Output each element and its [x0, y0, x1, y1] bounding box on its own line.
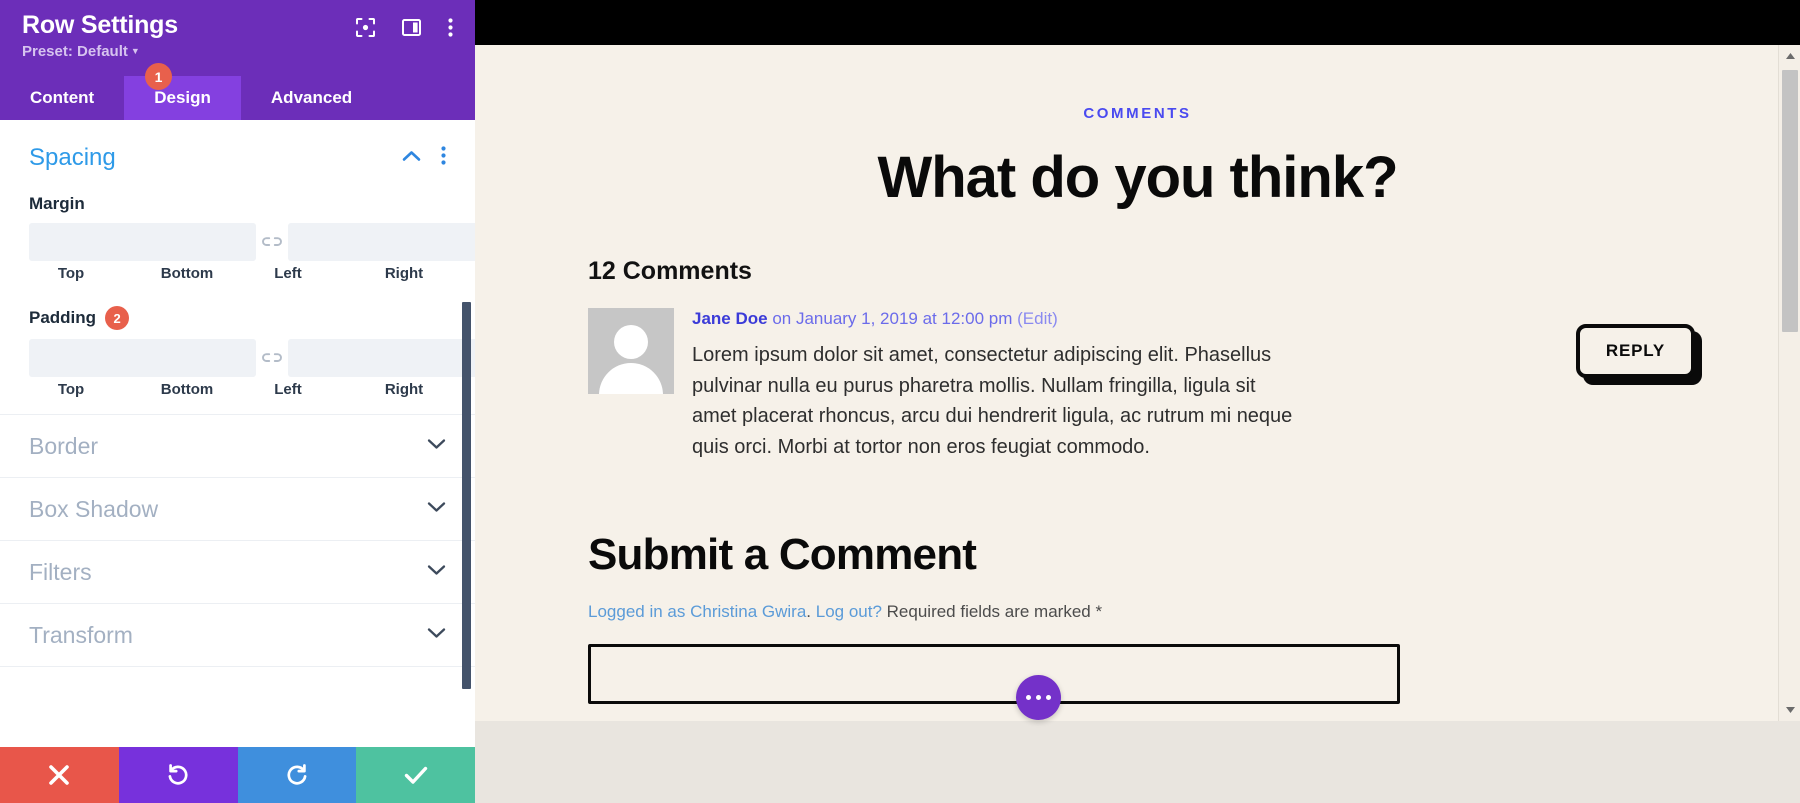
padding-label-text: Padding — [29, 308, 97, 327]
chevron-down-icon — [427, 563, 446, 581]
logged-in-user-link[interactable]: Logged in as Christina Gwira — [588, 602, 806, 621]
page-options-fab[interactable] — [1016, 675, 1061, 720]
padding-labels-row: Top Bottom Left Right — [29, 381, 446, 398]
step-badge-1: 1 — [145, 63, 172, 90]
preview-bottom-bar — [475, 721, 1800, 803]
margin-bottom-label: Bottom — [160, 265, 214, 282]
margin-right-label: Right — [384, 265, 424, 282]
scroll-up-arrow-icon[interactable] — [1779, 45, 1800, 67]
fab-dot-icon — [1026, 695, 1031, 700]
preview-scrollbar-track[interactable] — [1778, 45, 1800, 721]
tab-design[interactable]: Design — [124, 76, 241, 120]
comment-body: Lorem ipsum dolor sit amet, consectetur … — [692, 344, 1293, 458]
preview-canvas: COMMENTS What do you think? 12 Comments … — [475, 45, 1800, 721]
margin-top-input[interactable] — [29, 223, 256, 261]
undo-button[interactable] — [118, 747, 238, 803]
margin-top-bottom-link-icon[interactable] — [256, 229, 288, 255]
save-button[interactable] — [356, 747, 475, 803]
margin-bottom-input[interactable] — [288, 223, 475, 261]
logged-in-separator: . — [806, 602, 816, 621]
accordion-border[interactable]: Border — [0, 415, 475, 478]
chevron-down-icon — [427, 500, 446, 518]
padding-left-label: Left — [274, 381, 302, 398]
panel-body: Spacing Margin Top Bottom Left Right Pad… — [0, 120, 475, 747]
tab-content[interactable]: Content — [0, 76, 124, 120]
comment-text-input[interactable] — [588, 644, 1400, 704]
comment-meta: Jane Doe on January 1, 2019 at 12:00 pm … — [692, 308, 1507, 330]
logged-in-notice: Logged in as Christina Gwira. Log out? R… — [588, 602, 1687, 622]
submit-comment-heading: Submit a Comment — [588, 530, 977, 579]
comment-author-link[interactable]: Jane Doe — [692, 309, 768, 328]
panel-scrollbar-track[interactable] — [462, 120, 473, 747]
accordion-transform[interactable]: Transform — [0, 604, 475, 667]
chevron-down-icon — [427, 626, 446, 644]
margin-label-text: Margin — [29, 194, 85, 213]
focus-icon[interactable] — [356, 18, 375, 42]
padding-label: Padding 2 — [29, 306, 446, 330]
preview-top-bar — [475, 0, 1800, 45]
margin-top-label: Top — [57, 265, 85, 282]
chevron-down-icon: ▼ — [130, 46, 140, 56]
step-badge-2: 2 — [105, 306, 130, 330]
comment-timestamp: on January 1, 2019 at 12:00 pm — [767, 309, 1018, 328]
padding-inputs-row — [29, 339, 475, 377]
spacing-options-icon[interactable] — [441, 146, 446, 170]
chevron-down-icon — [427, 437, 446, 455]
panel-layout-icon[interactable] — [402, 18, 421, 42]
padding-bottom-input[interactable] — [288, 339, 475, 377]
preset-selector[interactable]: Preset: Default ▼ — [22, 43, 178, 60]
page-preview: COMMENTS What do you think? 12 Comments … — [475, 0, 1800, 803]
settings-tabs: 1 Content Design Advanced — [0, 63, 475, 120]
padding-top-bottom-link-icon[interactable] — [256, 345, 288, 371]
padding-top-label: Top — [57, 381, 85, 398]
margin-left-label: Left — [274, 265, 302, 282]
page-title: Row Settings — [22, 11, 178, 39]
spacing-section-title: Spacing — [29, 144, 116, 171]
panel-footer-actions — [0, 747, 475, 803]
padding-right-label: Right — [384, 381, 424, 398]
design-accordion-list: Border Box Shadow Filters Transform — [0, 414, 475, 667]
row-settings-panel: Row Settings Preset: Default ▼ 1 Content… — [0, 0, 475, 803]
accordion-border-label: Border — [29, 432, 99, 459]
spacing-section: Spacing Margin Top Bottom Left Right Pad… — [0, 120, 475, 398]
preview-scrollbar-thumb[interactable] — [1782, 70, 1798, 332]
reply-button[interactable]: REPLY — [1575, 324, 1695, 378]
avatar — [588, 308, 674, 394]
padding-top-input[interactable] — [29, 339, 256, 377]
accordion-box-shadow[interactable]: Box Shadow — [0, 478, 475, 541]
accordion-filters[interactable]: Filters — [0, 541, 475, 604]
accordion-transform-label: Transform — [29, 621, 133, 648]
margin-label: Margin — [29, 194, 446, 214]
logout-link[interactable]: Log out? — [816, 602, 882, 621]
comment-item: Jane Doe on January 1, 2019 at 12:00 pm … — [588, 308, 1695, 462]
comments-eyebrow: COMMENTS — [1083, 105, 1192, 122]
panel-header: Row Settings Preset: Default ▼ — [0, 0, 475, 76]
preset-label: Preset: Default — [22, 43, 128, 60]
padding-bottom-label: Bottom — [160, 381, 214, 398]
required-fields-note: Required fields are marked * — [881, 602, 1103, 621]
redo-button[interactable] — [237, 747, 357, 803]
panel-scrollbar-thumb[interactable] — [462, 302, 471, 689]
scroll-down-arrow-icon[interactable] — [1779, 699, 1800, 721]
chevron-up-icon[interactable] — [402, 149, 421, 167]
cancel-button[interactable] — [0, 747, 119, 803]
app-screen: Row Settings Preset: Default ▼ 1 Content… — [0, 0, 1800, 803]
more-options-icon[interactable] — [448, 18, 453, 42]
comment-count: 12 Comments — [588, 257, 752, 285]
margin-inputs-row — [29, 223, 475, 261]
accordion-box-shadow-label: Box Shadow — [29, 495, 159, 522]
accordion-filters-label: Filters — [29, 558, 92, 585]
comment-edit-link[interactable]: (Edit) — [1017, 309, 1058, 328]
fab-dot-icon — [1036, 695, 1041, 700]
tab-advanced[interactable]: Advanced — [241, 76, 382, 120]
margin-labels-row: Top Bottom Left Right — [29, 265, 446, 282]
hero-heading: What do you think? — [877, 145, 1398, 210]
fab-dot-icon — [1046, 695, 1051, 700]
